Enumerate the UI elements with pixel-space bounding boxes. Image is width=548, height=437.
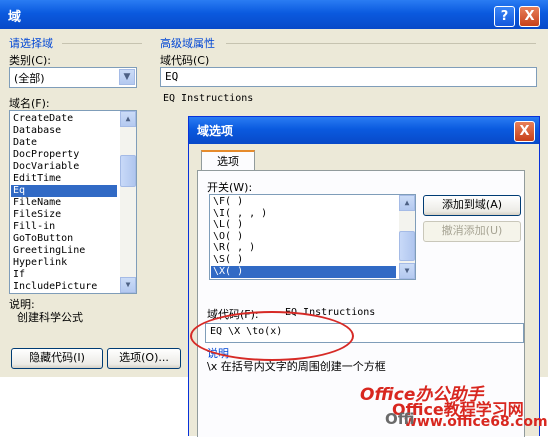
annotation-ellipse [190,311,354,361]
help-button[interactable]: ? [494,6,515,27]
switches-label: 开关(W): [207,181,253,194]
close-button[interactable]: X [519,6,540,27]
scroll-up-icon[interactable]: ▲ [399,195,415,211]
list-item[interactable]: \X( ) [211,265,396,278]
list-item[interactable]: \F( ) [213,196,243,208]
list-item[interactable]: FileName [13,197,61,209]
list-item[interactable]: CreateDate [13,113,73,125]
instructions-text: EQ Instructions [163,93,254,104]
list-item[interactable]: If [13,269,25,281]
field-names-scrollbar[interactable]: ▲ ▼ [120,111,136,293]
scroll-thumb[interactable] [399,231,415,261]
list-item[interactable]: FileSize [13,209,61,221]
category-select[interactable]: (全部) ▼ [9,67,137,88]
chevron-down-icon[interactable]: ▼ [119,69,135,85]
list-item[interactable]: EditTime [13,173,61,185]
add-to-field-button[interactable]: 添加到域(A) [423,195,521,216]
field-names-label: 域名(F): [9,97,50,110]
watermark-corner: Offi [385,410,415,428]
list-item[interactable]: Hyperlink [13,257,67,269]
field-dialog-title: 域 [8,10,22,25]
list-item[interactable]: \O( ) [213,231,243,243]
switches-scrollbar[interactable]: ▲ ▼ [399,195,415,279]
list-item[interactable]: GoToButton [13,233,73,245]
select-field-group-label: 请选择域 [9,37,53,50]
hide-codes-button[interactable]: 隐藏代码(I) [11,348,103,369]
list-item[interactable]: IncludePicture [13,281,97,293]
options-button[interactable]: 选项(O)... [107,348,181,369]
list-item[interactable]: \R( , ) [213,242,255,254]
field-codes-input[interactable]: EQ [160,67,537,87]
field-options-titlebar[interactable]: 域选项 X [189,117,539,144]
watermark-url: www.office68.com [404,414,548,430]
list-item[interactable]: \I( , , ) [213,208,267,220]
scroll-down-icon[interactable]: ▼ [399,263,415,279]
list-item[interactable]: DocProperty [13,149,79,161]
group-divider [62,43,142,44]
undo-add-button: 撤消添加(U) [423,221,521,242]
switches-list[interactable]: \F( ) \I( , , ) \L( ) \O( ) \R( , ) \S( ) \X( … [209,194,416,280]
group-divider [226,43,536,44]
category-value: (全部) [14,72,45,85]
tab-options[interactable]: 选项 [201,150,255,172]
list-item[interactable]: Database [13,125,61,137]
list-item[interactable]: GreetingLine [13,245,85,257]
description-text: \x 在括号内文字的周围创建一个方框 [207,360,386,373]
field-names-list[interactable]: CreateDate Database Date DocProperty DocVari… [9,110,137,294]
list-item[interactable]: \L( ) [213,219,243,231]
scroll-up-icon[interactable]: ▲ [120,111,136,127]
field-codes-label: 域代码(C) [160,54,210,67]
scroll-down-icon[interactable]: ▼ [120,277,136,293]
scroll-thumb[interactable] [120,155,136,187]
list-item[interactable]: Fill-in [13,221,55,233]
close-button[interactable]: X [514,121,535,142]
advanced-group-label: 高级域属性 [160,37,215,50]
field-options-title: 域选项 [197,124,234,138]
list-item[interactable]: Date [13,137,37,149]
field-dialog-titlebar[interactable]: 域 ? X [0,0,548,29]
category-label: 类别(C): [9,54,51,67]
list-item[interactable]: \S( ) [213,254,243,266]
field-codes-value: EQ [165,70,179,83]
description-text: 创建科学公式 [17,311,83,324]
list-item[interactable]: DocVariable [13,161,79,173]
list-item[interactable]: Eq [11,185,117,197]
